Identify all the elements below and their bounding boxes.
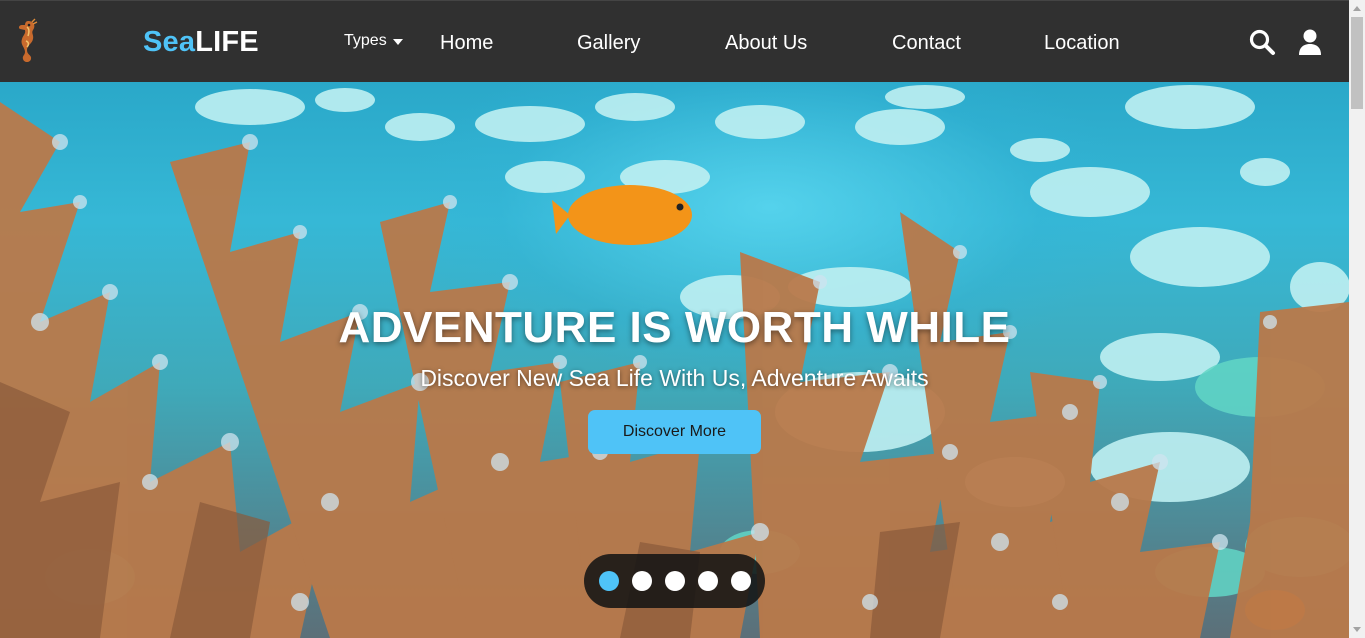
brand-logo[interactable]: SeaLIFE <box>143 26 259 59</box>
hero-subtitle: Discover New Sea Life With Us, Adventure… <box>420 365 929 391</box>
nav-link-home[interactable]: Home <box>440 32 493 55</box>
seahorse-icon[interactable] <box>14 17 40 65</box>
carousel-dot-3[interactable] <box>664 571 685 591</box>
scroll-up-arrow-icon[interactable] <box>1353 6 1361 11</box>
brand-life: LIFE <box>195 26 259 58</box>
discover-more-button[interactable]: Discover More <box>588 410 761 454</box>
user-icon[interactable] <box>1296 28 1324 56</box>
nav-link-location[interactable]: Location <box>1044 32 1120 55</box>
carousel-dot-2[interactable] <box>631 571 652 591</box>
nav-link-contact[interactable]: Contact <box>892 32 961 55</box>
types-label: Types <box>344 32 387 49</box>
navbar: SeaLIFE Types Home Gallery About Us Cont… <box>0 0 1349 82</box>
brand-sea: Sea <box>143 26 196 58</box>
search-icon[interactable] <box>1248 28 1276 56</box>
scroll-thumb[interactable] <box>1351 17 1363 109</box>
types-dropdown[interactable]: Types <box>344 32 403 50</box>
carousel-dot-4[interactable] <box>697 571 718 591</box>
nav-link-about-us[interactable]: About Us <box>725 32 807 55</box>
hero-title: ADVENTURE IS WORTH WHILE <box>338 303 1011 352</box>
scroll-down-arrow-icon[interactable] <box>1353 627 1361 632</box>
page-scrollbar[interactable] <box>1349 0 1365 638</box>
caret-down-icon <box>392 38 403 45</box>
carousel-dot-5[interactable] <box>730 571 751 591</box>
carousel-indicators <box>584 554 765 608</box>
nav-link-gallery[interactable]: Gallery <box>577 32 640 55</box>
hero-section: ADVENTURE IS WORTH WHILE Discover New Se… <box>0 82 1349 638</box>
carousel-dot-1[interactable] <box>598 571 619 591</box>
